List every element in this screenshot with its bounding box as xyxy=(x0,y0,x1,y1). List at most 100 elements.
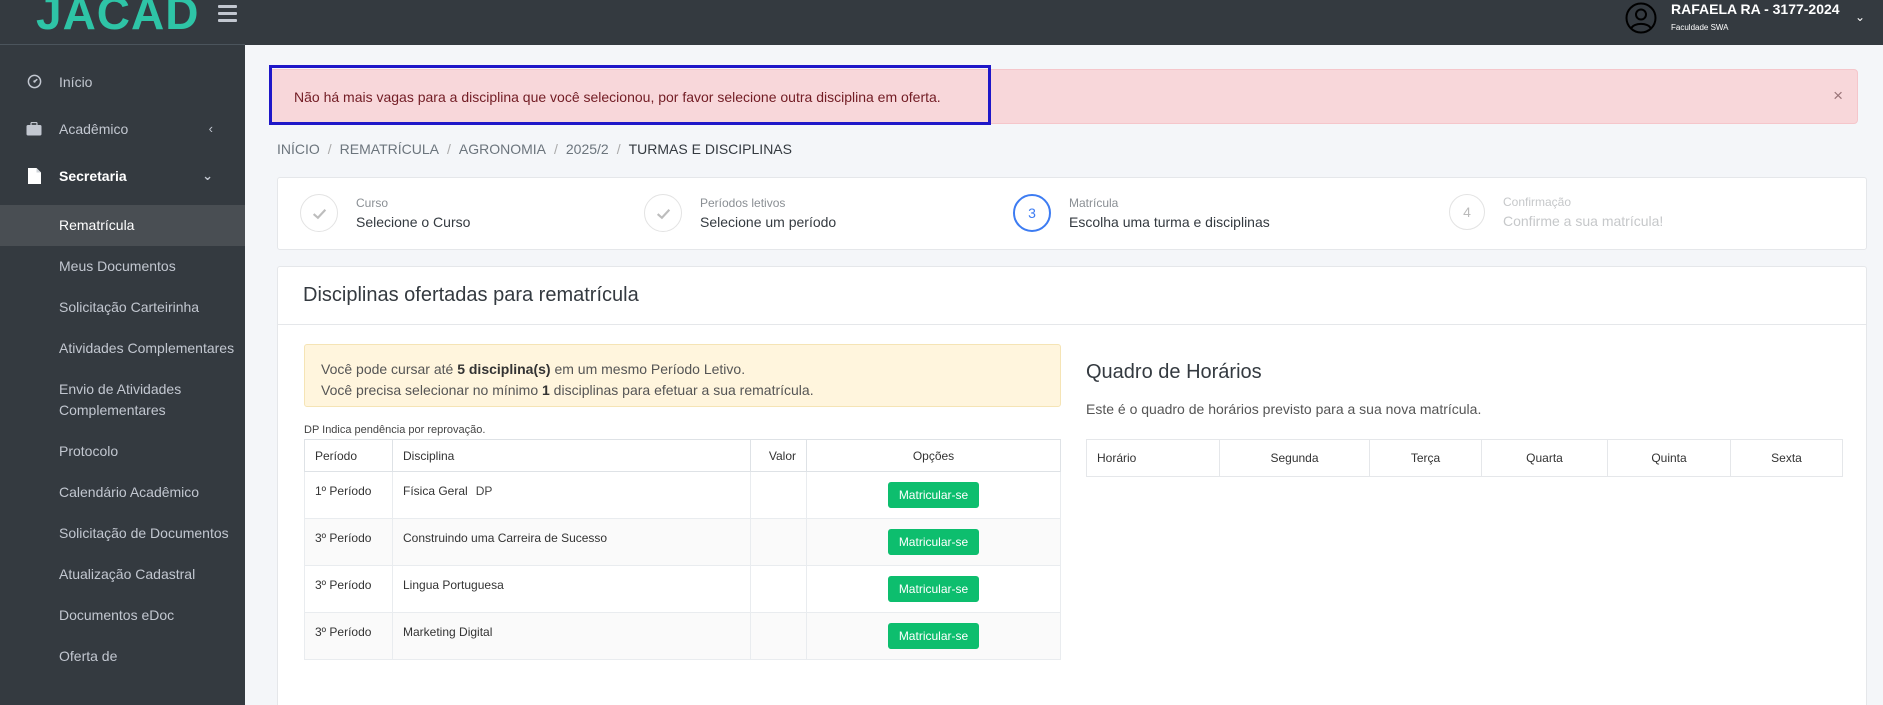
col-header-disciplina: Disciplina xyxy=(392,439,751,472)
sidebar-item-label: Início xyxy=(59,73,93,90)
cell-period: 3º Período xyxy=(304,565,393,613)
submenu-item-documentos-edoc[interactable]: Documentos eDoc xyxy=(0,595,245,636)
sched-header-segunda: Segunda xyxy=(1219,439,1370,477)
enrollment-stepper: Curso Selecione o Curso Períodos letivos… xyxy=(277,177,1867,250)
info-text: Você pode cursar até xyxy=(321,361,458,377)
col-header-periodo: Período xyxy=(304,439,393,472)
cell-period: 3º Período xyxy=(304,612,393,660)
submenu-item-solicitacao-carteirinha[interactable]: Solicitação Carteirinha xyxy=(0,287,245,328)
submenu-item-envio-atividades[interactable]: Envio de Atividades Complementares xyxy=(0,369,245,431)
cell-discipline: Física Geral DP xyxy=(392,471,751,519)
breadcrumb-item-curso[interactable]: AGRONOMIA xyxy=(459,141,546,157)
secretaria-submenu: Rematrícula Meus Documentos Solicitação … xyxy=(0,205,245,677)
cell-options: Matricular-se xyxy=(806,565,1061,613)
cell-period: 3º Período xyxy=(304,518,393,566)
step-confirmacao: 4 Confirmação Confirme a sua matrícula! xyxy=(1449,194,1663,230)
dp-legend: DP Indica pendência por reprovação. xyxy=(304,424,486,436)
step-curso[interactable]: Curso Selecione o Curso xyxy=(300,194,470,232)
step-title: Selecione um período xyxy=(700,214,837,230)
col-header-valor: Valor xyxy=(750,439,807,472)
chevron-down-icon: ⌄ xyxy=(202,168,213,183)
enrollment-limits-info: Você pode cursar até 5 disciplina(s) em … xyxy=(304,344,1061,407)
main-content: Não há mais vagas para a disciplina que … xyxy=(245,45,1883,705)
menu-toggle-icon[interactable] xyxy=(218,5,237,25)
enroll-button[interactable]: Matricular-se xyxy=(887,623,980,649)
sidebar-nav: Início Acadêmico ‹ Secretaria ⌄ xyxy=(0,58,245,199)
brand-logo[interactable]: JACAD xyxy=(36,0,199,40)
breadcrumb-item-rematricula[interactable]: REMATRÍCULA xyxy=(340,141,439,157)
cell-period: 1º Período xyxy=(304,471,393,519)
table-row: 3º Período Construindo uma Carreira de S… xyxy=(304,518,1061,566)
card-title: Disciplinas ofertadas para rematrícula xyxy=(278,267,1866,325)
table-row: 3º Período Lingua Portuguesa Matricular-… xyxy=(304,565,1061,613)
sched-header-horario: Horário xyxy=(1086,439,1220,477)
cell-value xyxy=(750,565,807,613)
dashboard-icon xyxy=(26,74,42,90)
step-label: Matrícula xyxy=(1069,196,1119,210)
submenu-item-oferta[interactable]: Oferta de xyxy=(0,636,245,677)
sidebar: JACAD Início Acadêmico ‹ Secretaria ⌄ Re… xyxy=(0,0,245,705)
top-navbar: RAFAELA RA - 3177-2024 Faculdade SWA ⌄ xyxy=(245,0,1883,45)
breadcrumb: INÍCIO / REMATRÍCULA / AGRONOMIA/ 2025/2/ … xyxy=(277,141,792,157)
step-number: 3 xyxy=(1013,194,1051,232)
submenu-item-rematricula[interactable]: Rematrícula xyxy=(0,205,245,246)
submenu-item-protocolo[interactable]: Protocolo xyxy=(0,431,245,472)
sched-header-terca: Terça xyxy=(1369,439,1482,477)
enroll-button[interactable]: Matricular-se xyxy=(887,482,980,508)
cell-discipline: Lingua Portuguesa xyxy=(392,565,751,613)
check-icon xyxy=(644,194,682,232)
info-text: disciplinas para efetuar a sua rematrícu… xyxy=(549,382,814,398)
cell-options: Matricular-se xyxy=(806,518,1061,566)
enroll-button[interactable]: Matricular-se xyxy=(887,529,980,555)
breadcrumb-item-periodo[interactable]: 2025/2 xyxy=(566,141,609,157)
cell-options: Matricular-se xyxy=(806,471,1061,519)
breadcrumb-item-inicio[interactable]: INÍCIO xyxy=(277,141,320,157)
info-text: Você precisa selecionar no mínimo xyxy=(321,382,542,398)
check-icon xyxy=(300,194,338,232)
alert-message: Não há mais vagas para a disciplina que … xyxy=(294,88,941,105)
breadcrumb-item-current: TURMAS E DISCIPLINAS xyxy=(628,141,792,157)
sidebar-item-secretaria[interactable]: Secretaria ⌄ xyxy=(0,152,245,199)
sidebar-item-label: Acadêmico xyxy=(59,120,129,137)
step-title: Escolha uma turma e disciplinas xyxy=(1069,214,1270,230)
sidebar-item-label: Secretaria xyxy=(59,167,127,184)
step-number: 4 xyxy=(1449,194,1485,230)
cell-value xyxy=(750,471,807,519)
col-header-opcoes: Opções xyxy=(806,439,1061,472)
enroll-button[interactable]: Matricular-se xyxy=(887,576,980,602)
close-icon[interactable]: × xyxy=(1833,87,1843,104)
chevron-down-icon[interactable]: ⌄ xyxy=(1855,10,1865,24)
user-avatar-icon[interactable] xyxy=(1625,2,1657,34)
cell-value xyxy=(750,612,807,660)
brand-area: JACAD xyxy=(0,0,245,45)
error-alert: Não há mais vagas para a disciplina que … xyxy=(269,69,1858,124)
disciplines-table: Período Disciplina Valor Opções 1º Perío… xyxy=(304,439,1061,660)
submenu-item-calendario[interactable]: Calendário Acadêmico xyxy=(0,472,245,513)
submenu-item-atividades-complementares[interactable]: Atividades Complementares xyxy=(0,328,245,369)
step-matricula[interactable]: 3 Matrícula Escolha uma turma e discipli… xyxy=(1013,194,1270,232)
sched-header-sexta: Sexta xyxy=(1730,439,1843,477)
submenu-item-solicitacao-documentos[interactable]: Solicitação de Documentos xyxy=(0,513,245,554)
info-text: em um mesmo Período Letivo. xyxy=(550,361,746,377)
info-bold: 5 disciplina(s) xyxy=(457,361,551,377)
submenu-item-meus-documentos[interactable]: Meus Documentos xyxy=(0,246,245,287)
disciplines-card: Disciplinas ofertadas para rematrícula V… xyxy=(277,266,1867,705)
user-name[interactable]: RAFAELA RA - 3177-2024 xyxy=(1671,1,1840,17)
sched-header-quinta: Quinta xyxy=(1607,439,1731,477)
table-row: 1º Período Física Geral DP Matricular-se xyxy=(304,471,1061,519)
schedule-table: Horário Segunda Terça Quarta Quinta Sext… xyxy=(1086,439,1843,477)
step-label: Períodos letivos xyxy=(700,196,786,210)
info-bold: 1 xyxy=(542,382,550,398)
chevron-left-icon: ‹ xyxy=(208,121,213,136)
submenu-item-atualizacao-cadastral[interactable]: Atualização Cadastral xyxy=(0,554,245,595)
step-label: Confirmação xyxy=(1503,195,1572,209)
briefcase-icon xyxy=(26,121,42,137)
cell-value xyxy=(750,518,807,566)
cell-options: Matricular-se xyxy=(806,612,1061,660)
step-periodos[interactable]: Períodos letivos Selecione um período xyxy=(644,194,836,232)
schedule-title: Quadro de Horários xyxy=(1086,361,1262,383)
sidebar-item-academico[interactable]: Acadêmico ‹ xyxy=(0,105,245,152)
document-icon xyxy=(26,167,42,184)
sidebar-item-inicio[interactable]: Início xyxy=(0,58,245,105)
cell-discipline: Construindo uma Carreira de Sucesso xyxy=(392,518,751,566)
